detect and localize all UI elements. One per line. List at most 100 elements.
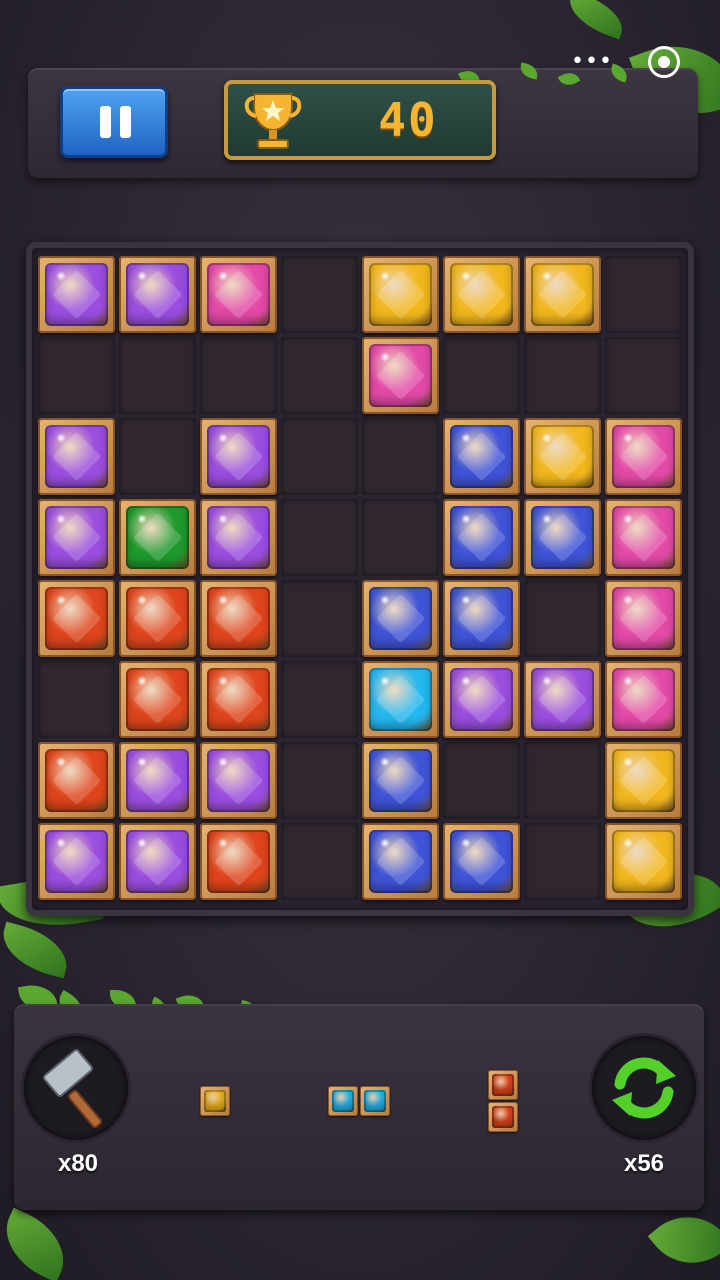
empty-cell xyxy=(200,337,277,414)
gem-block xyxy=(605,418,682,495)
gem-frame xyxy=(200,823,277,900)
gem-block xyxy=(119,823,196,900)
gem-block xyxy=(524,418,601,495)
gem-frame xyxy=(200,499,277,576)
pink-gem-icon xyxy=(207,263,270,326)
gem-frame xyxy=(38,580,115,657)
orange-gem-icon xyxy=(207,587,270,650)
gem-block xyxy=(38,499,115,576)
close-icon[interactable] xyxy=(648,46,680,78)
gem-frame xyxy=(443,580,520,657)
empty-cell xyxy=(524,580,601,657)
pink-gem-icon xyxy=(612,587,675,650)
empty-cell xyxy=(281,823,358,900)
piece-block xyxy=(328,1086,358,1116)
gem-block xyxy=(200,823,277,900)
gem-frame xyxy=(443,418,520,495)
empty-cell xyxy=(281,661,358,738)
empty-cell xyxy=(119,418,196,495)
gem-block xyxy=(119,580,196,657)
pink-gem-icon xyxy=(612,506,675,569)
hammer-icon xyxy=(43,1049,103,1129)
gem-frame xyxy=(524,256,601,333)
gem-block xyxy=(362,256,439,333)
gem-frame xyxy=(200,661,277,738)
gem-block xyxy=(38,742,115,819)
cyan-gem-icon xyxy=(369,668,432,731)
purple-gem-icon xyxy=(450,668,513,731)
gem-block xyxy=(362,661,439,738)
orange-gem-icon xyxy=(45,587,108,650)
yellow-gem-icon xyxy=(612,830,675,893)
score-value: 40 xyxy=(378,93,438,147)
gem-block xyxy=(200,256,277,333)
gem-block xyxy=(605,661,682,738)
gem-block xyxy=(605,580,682,657)
blue-gem-icon xyxy=(450,587,513,650)
gem-block xyxy=(524,256,601,333)
refresh-button[interactable] xyxy=(592,1036,696,1140)
purple-gem-icon xyxy=(207,506,270,569)
empty-cell xyxy=(38,337,115,414)
hammer-button[interactable] xyxy=(24,1036,128,1140)
gem-block xyxy=(362,742,439,819)
gem-frame xyxy=(524,661,601,738)
gem-block xyxy=(443,418,520,495)
gem-block xyxy=(362,823,439,900)
gem-frame xyxy=(38,742,115,819)
gem-frame xyxy=(362,661,439,738)
orange-gem-icon xyxy=(126,587,189,650)
gem-frame xyxy=(38,823,115,900)
gem-frame xyxy=(362,256,439,333)
blue-gem-icon xyxy=(450,506,513,569)
piece-block xyxy=(488,1102,518,1132)
empty-cell xyxy=(362,499,439,576)
gem-frame xyxy=(119,661,196,738)
gem-frame xyxy=(605,499,682,576)
gem-block xyxy=(119,742,196,819)
yellow-gem-icon xyxy=(369,263,432,326)
yellow-gem-icon xyxy=(531,425,594,488)
orange-gem-icon xyxy=(126,668,189,731)
gem-frame xyxy=(362,742,439,819)
gem-block xyxy=(524,499,601,576)
gem-frame xyxy=(443,256,520,333)
hammer-count: x80 xyxy=(57,1150,99,1177)
pause-icon xyxy=(100,106,111,138)
empty-cell xyxy=(281,742,358,819)
gem-block xyxy=(38,418,115,495)
pause-button[interactable] xyxy=(60,86,168,158)
gem-block xyxy=(605,823,682,900)
yellow-gem-icon xyxy=(612,749,675,812)
gem-frame xyxy=(200,418,277,495)
gem-block xyxy=(605,499,682,576)
piece-block xyxy=(488,1070,518,1100)
empty-cell xyxy=(119,337,196,414)
orange-gem-icon xyxy=(207,668,270,731)
empty-cell xyxy=(524,823,601,900)
purple-gem-icon xyxy=(207,749,270,812)
gem-frame xyxy=(38,418,115,495)
gem-frame xyxy=(119,580,196,657)
pink-gem-icon xyxy=(612,668,675,731)
purple-gem-icon xyxy=(531,668,594,731)
purple-gem-icon xyxy=(126,749,189,812)
gem-frame xyxy=(443,499,520,576)
gem-block xyxy=(119,499,196,576)
blue-gem-icon xyxy=(450,425,513,488)
pink-gem-icon xyxy=(369,344,432,407)
gem-block xyxy=(200,661,277,738)
empty-cell xyxy=(362,418,439,495)
orange-gem-icon xyxy=(45,749,108,812)
gem-frame xyxy=(38,256,115,333)
pink-gem-icon xyxy=(612,425,675,488)
empty-cell xyxy=(524,742,601,819)
gem-frame xyxy=(119,742,196,819)
gem-frame xyxy=(119,256,196,333)
gem-frame xyxy=(605,742,682,819)
score-panel: 40 xyxy=(224,80,496,160)
more-menu-icon[interactable]: ••• xyxy=(568,48,616,76)
piece-block xyxy=(360,1086,390,1116)
gem-frame xyxy=(605,661,682,738)
gem-frame xyxy=(605,823,682,900)
